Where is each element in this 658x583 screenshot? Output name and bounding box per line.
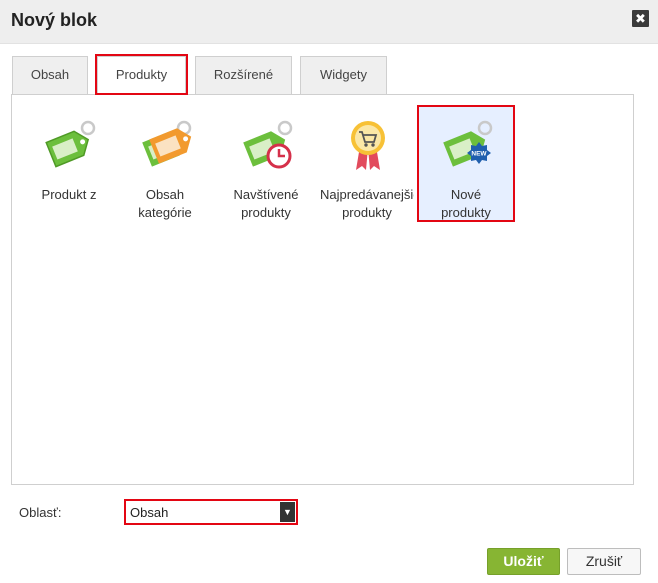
award-cart-icon: [351, 121, 385, 170]
tab-produkty[interactable]: Produkty: [97, 56, 186, 95]
dialog-titlebar: Nový blok ✖: [0, 0, 658, 44]
green-tag-icon: [45, 120, 96, 168]
area-select-value: Obsah: [130, 505, 169, 520]
block-label: Produkt z: [41, 187, 97, 202]
tag-clock-icon: [243, 120, 293, 169]
tab-widgety[interactable]: Widgety: [300, 56, 387, 94]
chevron-down-icon: ▼: [280, 502, 295, 522]
cancel-button[interactable]: Zrušiť: [567, 548, 641, 575]
block-produkt-z[interactable]: Produkt z: [22, 102, 116, 220]
tag-new-badge-icon: NEW: [443, 120, 493, 167]
new-badge-text: NEW: [471, 151, 487, 158]
block-navstivene-produkty[interactable]: Navštívené produkty: [219, 102, 313, 220]
block-label: Nové produkty: [441, 187, 491, 220]
save-button[interactable]: Uložiť: [487, 548, 560, 575]
block-label: Najpredávanejšie produkty: [320, 187, 414, 220]
block-label: Obsah kategórie: [138, 187, 192, 220]
block-nove-produkty[interactable]: NEW Nové produkty: [419, 106, 514, 220]
close-icon[interactable]: ✖: [632, 10, 649, 27]
dialog-title: Nový blok: [11, 10, 98, 30]
block-obsah-kategorie[interactable]: Obsah kategórie: [118, 102, 212, 220]
area-label: Oblasť:: [19, 505, 62, 520]
tab-obsah[interactable]: Obsah: [12, 56, 88, 94]
block-najpredavanejsie-produkty[interactable]: Najpredávanejšie produkty: [320, 102, 414, 220]
block-label: Navštívené produkty: [233, 187, 299, 220]
green-orange-tags-icon: [142, 120, 192, 167]
area-select[interactable]: Obsah ▼: [124, 499, 298, 525]
tab-rozsirene[interactable]: Rozšírené: [195, 56, 292, 94]
